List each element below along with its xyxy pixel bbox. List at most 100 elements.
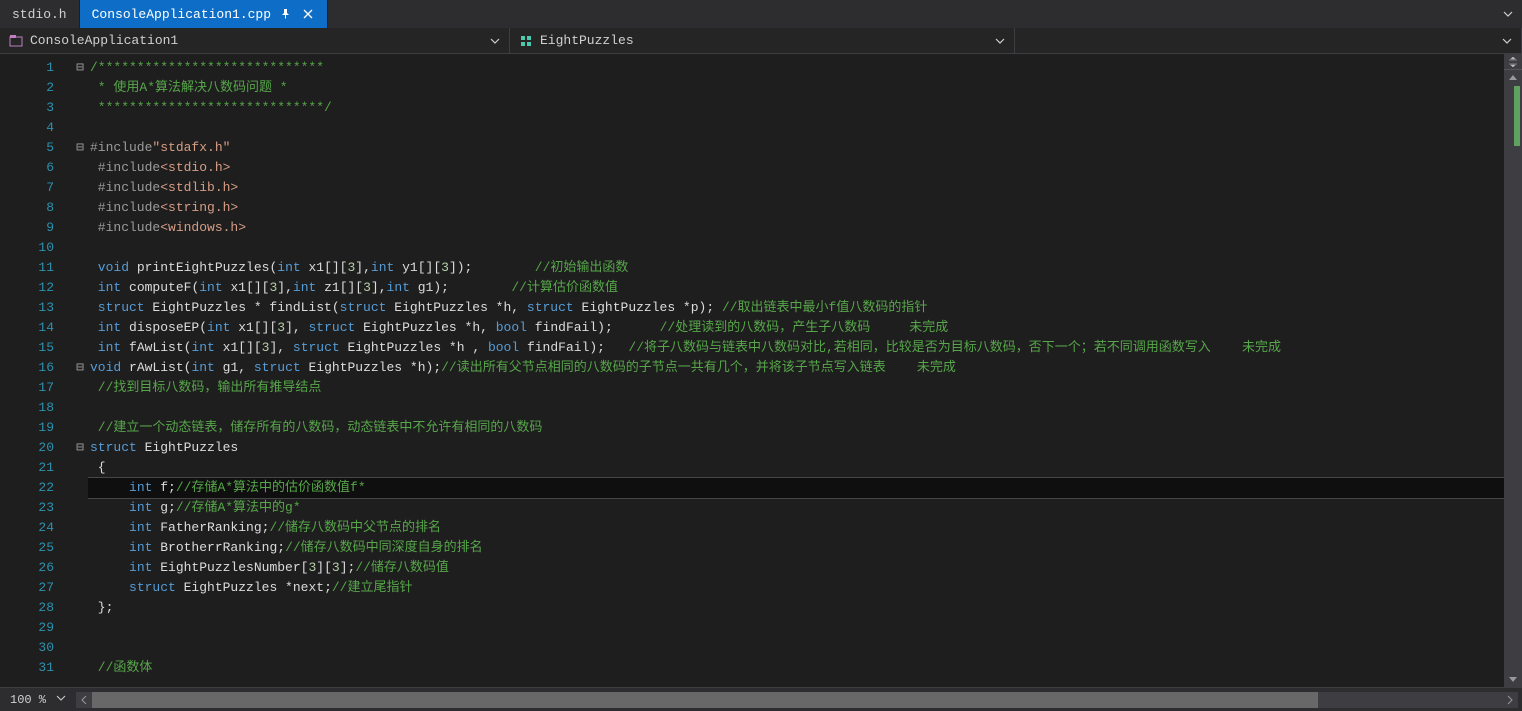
- fold-toggle: [72, 418, 88, 438]
- horizontal-scrollbar[interactable]: [76, 692, 1518, 708]
- code-line[interactable]: [88, 118, 1504, 138]
- line-number: 16: [0, 358, 72, 378]
- member-dropdown[interactable]: [1015, 28, 1522, 53]
- file-tab-stdio[interactable]: stdio.h: [0, 0, 80, 28]
- line-number: 20: [0, 438, 72, 458]
- tab-overflow-dropdown[interactable]: [1494, 0, 1522, 28]
- chevron-down-icon: [489, 35, 501, 47]
- fold-toggle[interactable]: ⊟: [72, 438, 88, 458]
- line-number: 13: [0, 298, 72, 318]
- line-number: 30: [0, 638, 72, 658]
- chevron-down-icon: [1502, 8, 1514, 20]
- code-line[interactable]: #include<string.h>: [88, 198, 1504, 218]
- line-number: 4: [0, 118, 72, 138]
- editor-area: 1234567891011121314151617181920212223242…: [0, 54, 1522, 687]
- code-line[interactable]: int FatherRanking;//储存八数码中父节点的排名: [88, 518, 1504, 538]
- code-line[interactable]: #include"stdafx.h": [88, 138, 1504, 158]
- fold-column: ⊟ ⊟ ⊟ ⊟: [72, 54, 88, 687]
- code-line[interactable]: };: [88, 598, 1504, 618]
- vertical-scrollbar[interactable]: [1504, 54, 1522, 687]
- fold-toggle: [72, 478, 88, 498]
- line-number: 26: [0, 558, 72, 578]
- scroll-right-icon[interactable]: [1502, 692, 1518, 708]
- line-number: 23: [0, 498, 72, 518]
- code-line[interactable]: *****************************/: [88, 98, 1504, 118]
- file-tab-active[interactable]: ConsoleApplication1.cpp: [80, 0, 328, 28]
- code-line[interactable]: #include<windows.h>: [88, 218, 1504, 238]
- fold-toggle[interactable]: ⊟: [72, 58, 88, 78]
- tab-label: ConsoleApplication1.cpp: [92, 7, 271, 22]
- line-number: 1: [0, 58, 72, 78]
- change-marker: [1514, 86, 1520, 146]
- fold-toggle: [72, 238, 88, 258]
- scope-dropdown[interactable]: ConsoleApplication1: [0, 28, 510, 53]
- line-number: 25: [0, 538, 72, 558]
- code-line[interactable]: int BrotherrRanking;//储存八数码中同深度自身的排名: [88, 538, 1504, 558]
- zoom-dropdown[interactable]: [56, 693, 72, 707]
- code-line[interactable]: * 使用A*算法解决八数码问题 *: [88, 78, 1504, 98]
- close-icon[interactable]: [301, 7, 315, 21]
- code-line[interactable]: //建立一个动态链表，储存所有的八数码，动态链表中不允许有相同的八数码: [88, 418, 1504, 438]
- fold-toggle: [72, 118, 88, 138]
- fold-toggle: [72, 578, 88, 598]
- code-line[interactable]: [88, 238, 1504, 258]
- line-number: 22: [0, 478, 72, 498]
- code-line[interactable]: struct EightPuzzles * findList(struct Ei…: [88, 298, 1504, 318]
- line-number: 28: [0, 598, 72, 618]
- struct-icon: [518, 33, 534, 49]
- code-line[interactable]: struct EightPuzzles *next;//建立尾指针: [88, 578, 1504, 598]
- code-line[interactable]: struct EightPuzzles: [88, 438, 1504, 458]
- code-editor[interactable]: /***************************** * 使用A*算法解…: [88, 54, 1504, 687]
- fold-toggle: [72, 218, 88, 238]
- fold-toggle: [72, 598, 88, 618]
- scroll-up-icon[interactable]: [1504, 70, 1522, 86]
- code-line[interactable]: int g;//存储A*算法中的g*: [88, 498, 1504, 518]
- code-line[interactable]: int f;//存储A*算法中的估价函数值f*: [88, 478, 1504, 498]
- scroll-track[interactable]: [1504, 86, 1522, 671]
- code-line[interactable]: int computeF(int x1[][3],int z1[][3],int…: [88, 278, 1504, 298]
- scroll-down-icon[interactable]: [1504, 671, 1522, 687]
- fold-toggle: [72, 658, 88, 678]
- line-number: 24: [0, 518, 72, 538]
- scroll-left-icon[interactable]: [76, 692, 92, 708]
- scope-label: ConsoleApplication1: [30, 33, 483, 48]
- code-line[interactable]: {: [88, 458, 1504, 478]
- fold-toggle[interactable]: ⊟: [72, 358, 88, 378]
- code-line[interactable]: #include<stdio.h>: [88, 158, 1504, 178]
- code-line[interactable]: [88, 398, 1504, 418]
- fold-toggle: [72, 178, 88, 198]
- code-line[interactable]: void rAwList(int g1, struct EightPuzzles…: [88, 358, 1504, 378]
- scroll-thumb[interactable]: [92, 692, 1318, 708]
- code-line[interactable]: /*****************************: [88, 58, 1504, 78]
- line-number: 3: [0, 98, 72, 118]
- fold-toggle: [72, 98, 88, 118]
- line-number: 21: [0, 458, 72, 478]
- chevron-down-icon: [1501, 35, 1513, 47]
- fold-toggle: [72, 158, 88, 178]
- code-line[interactable]: int EightPuzzlesNumber[3][3];//储存八数码值: [88, 558, 1504, 578]
- fold-toggle: [72, 338, 88, 358]
- line-number-gutter: 1234567891011121314151617181920212223242…: [0, 54, 72, 687]
- line-number: 9: [0, 218, 72, 238]
- code-line[interactable]: //函数体: [88, 658, 1504, 678]
- code-line[interactable]: int fAwList(int x1[][3], struct EightPuz…: [88, 338, 1504, 358]
- status-bar: 100 %: [0, 687, 1522, 711]
- type-label: EightPuzzles: [540, 33, 988, 48]
- type-dropdown[interactable]: EightPuzzles: [510, 28, 1015, 53]
- code-line[interactable]: void printEightPuzzles(int x1[][3],int y…: [88, 258, 1504, 278]
- fold-toggle[interactable]: ⊟: [72, 138, 88, 158]
- code-line[interactable]: #include<stdlib.h>: [88, 178, 1504, 198]
- line-number: 29: [0, 618, 72, 638]
- code-line[interactable]: [88, 618, 1504, 638]
- code-line[interactable]: int disposeEP(int x1[][3], struct EightP…: [88, 318, 1504, 338]
- fold-toggle: [72, 518, 88, 538]
- fold-toggle: [72, 618, 88, 638]
- code-line[interactable]: //找到目标八数码，输出所有推导结点: [88, 378, 1504, 398]
- fold-toggle: [72, 318, 88, 338]
- line-number: 2: [0, 78, 72, 98]
- fold-toggle: [72, 538, 88, 558]
- code-line[interactable]: [88, 638, 1504, 658]
- split-handle-icon[interactable]: [1504, 54, 1522, 70]
- line-number: 11: [0, 258, 72, 278]
- pin-icon[interactable]: [279, 7, 293, 21]
